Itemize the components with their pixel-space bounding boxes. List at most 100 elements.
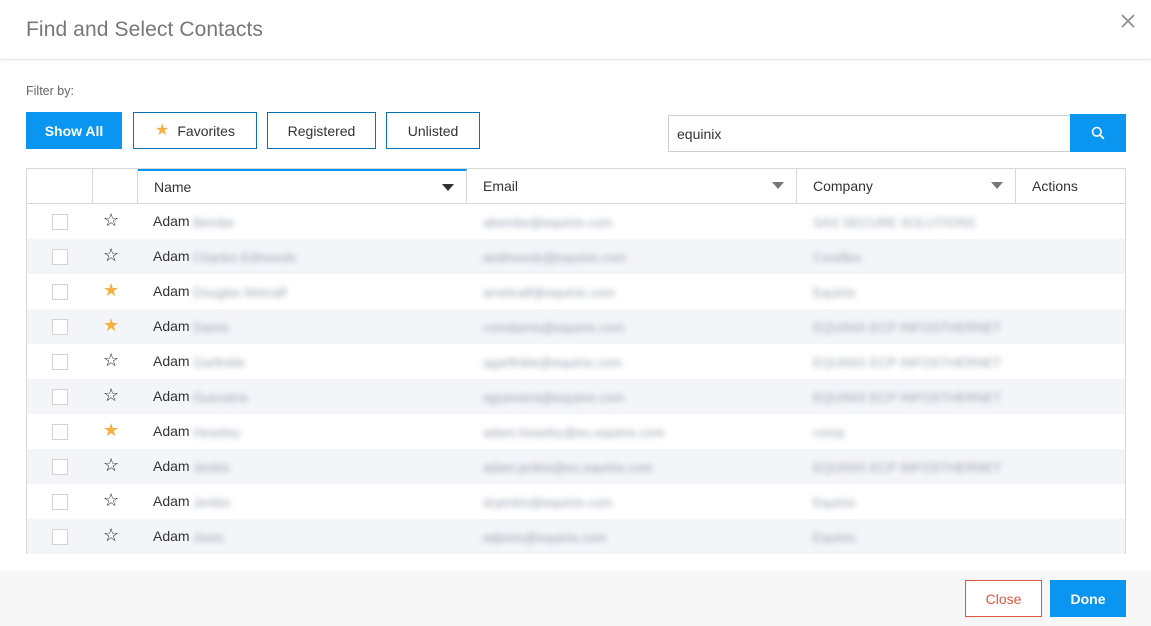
row-checkbox[interactable] (52, 389, 68, 405)
registered-label: Registered (287, 122, 356, 139)
contact-email: adam.heasley@eu.equinix.com (483, 425, 665, 440)
favorite-star-icon[interactable]: ☆ (103, 525, 119, 545)
email-column-header[interactable]: Email (467, 169, 797, 203)
contact-company: SAS SECURE SOLUTIONS (813, 215, 976, 230)
search-input[interactable] (668, 115, 1071, 152)
contact-company: Equinix (813, 285, 856, 300)
sort-caret-icon[interactable] (772, 182, 784, 189)
contact-last-name: Heasley (193, 425, 240, 440)
contact-email: abembe@equinix.com (483, 215, 613, 230)
favorites-label: Favorites (177, 122, 235, 139)
contact-company: EQUINIX ECP INFOSTHERNET (813, 460, 1002, 475)
favorite-star-icon[interactable]: ★ (103, 420, 119, 440)
close-button-label: Close (985, 590, 1022, 607)
contact-company: Equinix (813, 495, 856, 510)
contact-last-name: Guevarra (193, 390, 248, 405)
sort-caret-icon[interactable] (991, 182, 1003, 189)
sort-caret-icon[interactable] (442, 184, 454, 191)
contact-last-name: Jenkis (193, 495, 230, 510)
contact-company: EQUINIX ECP INFOSTHERNET (813, 320, 1002, 335)
close-button[interactable]: Close (965, 580, 1042, 617)
contact-company: Coreflex (813, 250, 862, 265)
company-column-label: Company (813, 178, 873, 194)
contact-last-name: Charles Edmonds (193, 250, 297, 265)
table-row[interactable]: ☆ Adam Bembe abembe@equinix.com SAS SECU… (27, 204, 1125, 239)
contacts-table: Name Email Company Actions ☆ Adam Bembe … (26, 168, 1126, 554)
favorite-column-header (93, 169, 138, 203)
contact-first-name: Adam (153, 318, 190, 334)
contact-last-name: Jenkis (193, 460, 230, 475)
contact-email: aedmonds@equinix.com (483, 250, 627, 265)
unlisted-button[interactable]: Unlisted (386, 112, 480, 149)
contact-first-name: Adam (153, 213, 190, 229)
dialog-header: Find and Select Contacts (0, 0, 1151, 60)
contact-email: adjonis@equinix.com (483, 530, 607, 545)
row-checkbox[interactable] (52, 459, 68, 475)
favorite-star-icon[interactable]: ☆ (103, 455, 119, 475)
table-row[interactable]: ☆ Adam Garfinkle agarfinkle@equinix.com … (27, 344, 1125, 379)
table-row[interactable]: ★ Adam Douglas Metcalf ametcalf@equinix.… (27, 274, 1125, 309)
favorite-star-icon[interactable]: ☆ (103, 210, 119, 230)
registered-button[interactable]: Registered (267, 112, 376, 149)
contact-last-name: Jonis (193, 530, 224, 545)
table-header: Name Email Company Actions (27, 169, 1125, 204)
contact-last-name: Dainis (193, 320, 230, 335)
table-row[interactable]: ☆ Adam Jenkis dcjenkis@equinix.com Equin… (27, 484, 1125, 519)
favorite-star-icon[interactable]: ★ (103, 315, 119, 335)
row-checkbox[interactable] (52, 249, 68, 265)
row-checkbox[interactable] (52, 424, 68, 440)
row-checkbox[interactable] (52, 214, 68, 230)
done-button[interactable]: Done (1050, 580, 1126, 617)
contact-first-name: Adam (153, 388, 190, 404)
search-icon (1091, 126, 1105, 140)
table-row[interactable]: ☆ Adam Jonis adjonis@equinix.com Equinix (27, 519, 1125, 554)
select-column-header (27, 169, 93, 203)
close-icon[interactable] (1119, 12, 1137, 30)
dialog-footer: Close Done (0, 570, 1151, 626)
contact-first-name: Adam (153, 283, 190, 299)
contact-first-name: Adam (153, 423, 190, 439)
contact-company: EQUINIX ECP INFOSTHERNET (813, 355, 1002, 370)
contact-email: aguevarra@equinix.com (483, 390, 625, 405)
name-column-header[interactable]: Name (138, 169, 467, 203)
contact-email: adam.jenkis@eu.equinix.com (483, 460, 654, 475)
table-row[interactable]: ★ Adam Dainis comdainis@equinix.com EQUI… (27, 309, 1125, 344)
favorite-star-icon[interactable]: ★ (103, 280, 119, 300)
contact-first-name: Adam (153, 248, 190, 264)
contact-last-name: Douglas Metcalf (193, 285, 287, 300)
table-row[interactable]: ☆ Adam Jenkis adam.jenkis@eu.equinix.com… (27, 449, 1125, 484)
email-column-label: Email (483, 178, 519, 194)
filter-label: Filter by: (26, 84, 74, 98)
unlisted-label: Unlisted (407, 122, 459, 139)
contact-company: Equinix (813, 530, 856, 545)
contact-company: EQUINIX ECP INFOSTHERNET (813, 390, 1002, 405)
contact-first-name: Adam (153, 458, 190, 474)
contact-last-name: Garfinkle (193, 355, 246, 370)
favorite-star-icon[interactable]: ☆ (103, 245, 119, 265)
row-checkbox[interactable] (52, 529, 68, 545)
table-row[interactable]: ★ Adam Heasley adam.heasley@eu.equinix.c… (27, 414, 1125, 449)
show-all-label: Show All (44, 122, 104, 139)
contact-email: dcjenkis@equinix.com (483, 495, 613, 510)
contact-email: comdainis@equinix.com (483, 320, 625, 335)
contact-company: comp (813, 425, 845, 440)
favorite-star-icon[interactable]: ☆ (103, 490, 119, 510)
favorite-star-icon[interactable]: ☆ (103, 385, 119, 405)
star-icon: ★ (155, 121, 170, 139)
favorite-star-icon[interactable]: ☆ (103, 350, 119, 370)
row-checkbox[interactable] (52, 284, 68, 300)
table-row[interactable]: ☆ Adam Guevarra aguevarra@equinix.com EQ… (27, 379, 1125, 414)
row-checkbox[interactable] (52, 354, 68, 370)
name-column-label: Name (154, 179, 192, 195)
search-button[interactable] (1070, 114, 1126, 152)
row-checkbox[interactable] (52, 319, 68, 335)
contact-email: agarfinkle@equinix.com (483, 355, 622, 370)
table-row[interactable]: ☆ Adam Charles Edmonds aedmonds@equinix.… (27, 239, 1125, 274)
contact-first-name: Adam (153, 528, 190, 544)
show-all-button[interactable]: Show All (26, 112, 122, 149)
done-button-label: Done (1070, 590, 1106, 607)
company-column-header[interactable]: Company (797, 169, 1016, 203)
favorites-button[interactable]: ★ Favorites (133, 112, 257, 149)
dialog-title: Find and Select Contacts (26, 18, 264, 41)
row-checkbox[interactable] (52, 494, 68, 510)
